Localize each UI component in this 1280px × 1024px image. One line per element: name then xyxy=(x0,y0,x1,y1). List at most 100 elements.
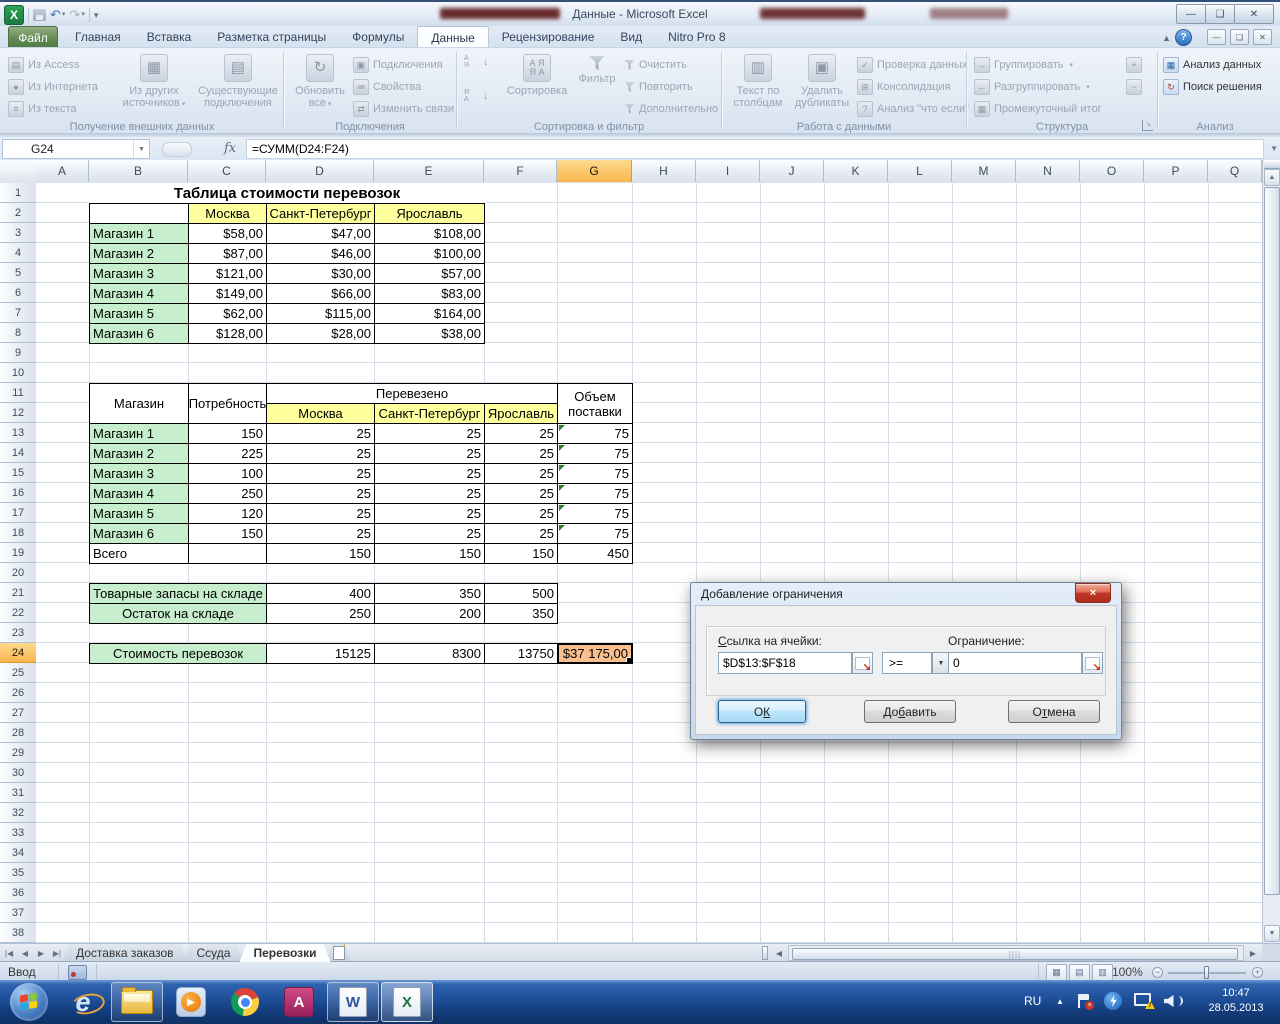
cell-E5[interactable]: $57,00 xyxy=(374,263,485,284)
cell-F12[interactable]: Ярославль xyxy=(484,403,558,424)
column-header-Q[interactable]: Q xyxy=(1208,160,1262,182)
dialog-close-button[interactable]: × xyxy=(1075,583,1111,603)
row-header-35[interactable]: 35 xyxy=(0,863,36,883)
column-header-L[interactable]: L xyxy=(888,160,952,182)
row-header-4[interactable]: 4 xyxy=(0,243,36,263)
start-button[interactable] xyxy=(10,983,48,1021)
cell-reference-input[interactable]: $D$13:$F$18 xyxy=(718,652,852,674)
cell-reference-picker-button[interactable] xyxy=(852,652,873,674)
cell-B22[interactable]: Остаток на складе xyxy=(89,603,267,624)
cell-D17[interactable]: 25 xyxy=(266,503,375,524)
macro-record-icon[interactable] xyxy=(68,965,87,980)
row-header-38[interactable]: 38 xyxy=(0,923,36,943)
cell-E14[interactable]: 25 xyxy=(374,443,485,464)
cancel-button[interactable]: От мена xyxy=(1008,700,1100,723)
scroll-right-icon[interactable]: ▶ xyxy=(1246,946,1260,960)
from-access-button[interactable]: ▤ Из Access xyxy=(8,55,79,75)
normal-view-icon[interactable]: ▦ xyxy=(1046,964,1067,981)
tab-view[interactable]: Вид xyxy=(607,26,655,47)
show-hidden-icons-chevron[interactable]: ▲ xyxy=(1056,997,1064,1006)
taskbar-item-internet-explorer[interactable]: e xyxy=(57,982,109,1022)
cell-G17[interactable]: 75 xyxy=(557,503,633,524)
consolidate-button[interactable]: ⊞ Консолидация xyxy=(857,77,951,97)
row-header-27[interactable]: 27 xyxy=(0,703,36,723)
remove-duplicates-button[interactable]: ▣ Удалить дубликаты xyxy=(791,52,853,109)
workbook-restore-icon[interactable]: ❑ xyxy=(1230,29,1249,45)
cell-F15[interactable]: 25 xyxy=(484,463,558,484)
cell-E16[interactable]: 25 xyxy=(374,483,485,504)
row-header-1[interactable]: 1 xyxy=(0,183,36,203)
from-web-button[interactable]: ● Из Интернета xyxy=(8,77,98,97)
cell-B16[interactable]: Магазин 4 xyxy=(89,483,189,504)
column-header-N[interactable]: N xyxy=(1016,160,1080,182)
cell-D3[interactable]: $47,00 xyxy=(266,223,375,244)
cell-E4[interactable]: $100,00 xyxy=(374,243,485,264)
row-header-19[interactable]: 19 xyxy=(0,543,36,563)
taskbar-item-chrome[interactable] xyxy=(219,982,271,1022)
zoom-in-icon[interactable]: + xyxy=(1252,967,1263,978)
sheet-tab-transport[interactable]: Перевозки xyxy=(239,944,330,962)
cell-D22[interactable]: 250 xyxy=(266,603,375,624)
cells-area[interactable]: Таблица стоимости перевозок Москва Санкт-П… xyxy=(36,183,1262,943)
minimize-ribbon-icon[interactable]: ▲ xyxy=(1162,33,1171,43)
column-header-B[interactable]: B xyxy=(89,160,188,182)
zoom-out-icon[interactable]: − xyxy=(1152,967,1163,978)
formula-input[interactable]: =СУММ(D24:F24) xyxy=(246,139,1264,159)
cell-C4[interactable]: $87,00 xyxy=(188,243,267,264)
taskbar-item-media-player[interactable]: ▶ xyxy=(165,982,217,1022)
tab-formulas[interactable]: Формулы xyxy=(339,26,417,47)
cell-B24[interactable]: Стоимость перевозок xyxy=(89,643,267,664)
cell-F13[interactable]: 25 xyxy=(484,423,558,444)
row-header-22[interactable]: 22 xyxy=(0,603,36,623)
cell-D6[interactable]: $66,00 xyxy=(266,283,375,304)
cell-B21[interactable]: Товарные запасы на складе xyxy=(89,583,267,604)
taskbar-item-excel[interactable]: X xyxy=(381,982,433,1022)
column-header-E[interactable]: E xyxy=(374,160,484,182)
network-status-icon[interactable]: ! xyxy=(1134,993,1155,1009)
row-header-17[interactable]: 17 xyxy=(0,503,36,523)
cell-C13[interactable]: 150 xyxy=(188,423,267,444)
tab-data[interactable]: Данные xyxy=(417,26,489,48)
row-header-7[interactable]: 7 xyxy=(0,303,36,323)
scroll-up-icon[interactable]: ▲ xyxy=(1264,169,1280,186)
cell-F19[interactable]: 150 xyxy=(484,543,558,564)
workbook-minimize-icon[interactable]: — xyxy=(1207,29,1226,45)
minimize-button[interactable]: — xyxy=(1176,4,1206,24)
column-header-G[interactable]: G xyxy=(557,160,632,182)
column-header-H[interactable]: H xyxy=(632,160,696,182)
name-box-dropdown-icon[interactable]: ▼ xyxy=(133,140,149,158)
power-status-icon[interactable] xyxy=(1104,992,1122,1010)
first-sheet-icon[interactable]: |◀ xyxy=(2,946,16,960)
cell-E12[interactable]: Санкт-Петербург xyxy=(374,403,485,424)
column-header-O[interactable]: O xyxy=(1080,160,1144,182)
advanced-filter-button[interactable]: Дополнительно xyxy=(624,99,718,119)
vertical-scrollbar[interactable]: ▲ ▼ xyxy=(1262,160,1280,943)
row-header-18[interactable]: 18 xyxy=(0,523,36,543)
cell-B14[interactable]: Магазин 2 xyxy=(89,443,189,464)
row-header-29[interactable]: 29 xyxy=(0,743,36,763)
help-icon[interactable]: ? xyxy=(1175,29,1192,46)
ok-button[interactable]: ОК xyxy=(718,700,806,723)
column-header-C[interactable]: C xyxy=(188,160,266,182)
row-header-31[interactable]: 31 xyxy=(0,783,36,803)
data-analysis-button[interactable]: ▦ Анализ данных xyxy=(1163,55,1261,75)
filter-button[interactable]: Фильтр xyxy=(574,52,620,85)
cell-F21[interactable]: 500 xyxy=(484,583,558,604)
add-button[interactable]: До б авить xyxy=(864,700,956,723)
group-button[interactable]: → Группировать ▾ xyxy=(974,55,1073,75)
cell-C19[interactable] xyxy=(188,543,267,564)
cell-D24[interactable]: 15125 xyxy=(266,643,375,664)
cell-D15[interactable]: 25 xyxy=(266,463,375,484)
cell-E24[interactable]: 8300 xyxy=(374,643,485,664)
properties-button[interactable]: ≔ Свойства xyxy=(353,77,421,97)
cell-F14[interactable]: 25 xyxy=(484,443,558,464)
cell-E19[interactable]: 150 xyxy=(374,543,485,564)
row-header-21[interactable]: 21 xyxy=(0,583,36,603)
column-header-D[interactable]: D xyxy=(266,160,374,182)
cell-F17[interactable]: 25 xyxy=(484,503,558,524)
connections-button[interactable]: ▣ Подключения xyxy=(353,55,443,75)
taskbar-item-access[interactable]: A xyxy=(273,982,325,1022)
cell-E21[interactable]: 350 xyxy=(374,583,485,604)
constraint-picker-button[interactable] xyxy=(1082,652,1103,674)
hide-detail-button[interactable]: − xyxy=(1126,77,1142,97)
